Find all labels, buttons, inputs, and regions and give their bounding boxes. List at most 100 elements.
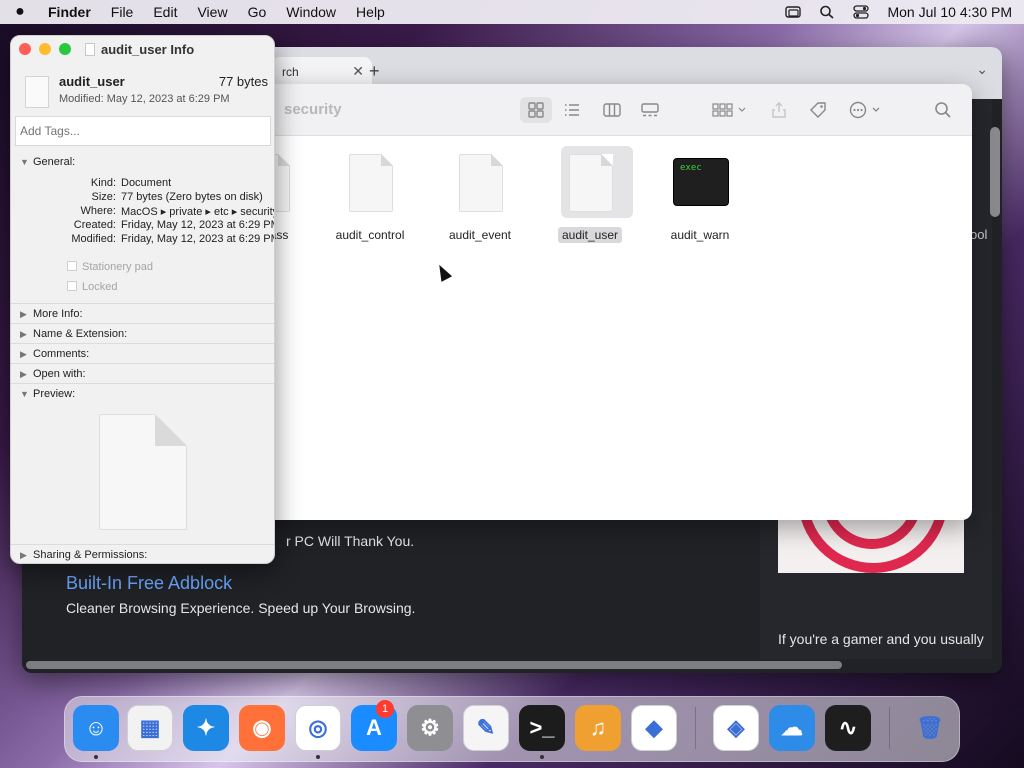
menu-window[interactable]: Window bbox=[286, 4, 336, 20]
section-general-label: General: bbox=[33, 156, 76, 168]
menubar-clock[interactable]: Mon Jul 10 4:30 PM bbox=[887, 4, 1012, 20]
search-icon bbox=[935, 102, 951, 118]
document-icon bbox=[459, 154, 503, 212]
tag-icon bbox=[810, 102, 826, 118]
apple-menu-icon[interactable]: ● bbox=[12, 3, 28, 21]
menu-file[interactable]: File bbox=[111, 4, 134, 20]
group-by-button[interactable] bbox=[708, 97, 752, 123]
section-general[interactable]: ▼ General: bbox=[11, 152, 274, 172]
weather-icon[interactable]: ☁ bbox=[769, 705, 815, 751]
close-window-button[interactable] bbox=[19, 43, 31, 55]
section-comments[interactable]: ▶ Comments: bbox=[11, 343, 274, 363]
menu-edit[interactable]: Edit bbox=[153, 4, 177, 20]
info-key: Where: bbox=[80, 205, 116, 217]
menu-view[interactable]: View bbox=[197, 4, 227, 20]
chrome-icon[interactable]: ◎ bbox=[295, 705, 341, 751]
running-indicator bbox=[316, 755, 320, 759]
file-item-audit-control[interactable]: audit_control bbox=[315, 146, 425, 246]
trash-icon[interactable]: 🗑 bbox=[907, 705, 953, 751]
search-button[interactable] bbox=[930, 97, 956, 123]
section-name-extension[interactable]: ▶ Name & Extension: bbox=[11, 323, 274, 343]
column-view-button[interactable] bbox=[596, 97, 628, 123]
info-row-modified: Modified: Friday, May 12, 2023 at 6:29 P… bbox=[11, 233, 275, 247]
section-preview[interactable]: ▼ Preview: bbox=[11, 383, 274, 403]
more-actions-button[interactable] bbox=[846, 97, 886, 123]
horizontal-scrollbar[interactable] bbox=[26, 661, 842, 669]
file-label: audit_control bbox=[335, 228, 405, 242]
visual-studio-icon[interactable]: ◈ bbox=[713, 705, 759, 751]
stationery-pad-checkbox[interactable]: Stationery pad bbox=[67, 261, 153, 273]
tab-list-chevron-icon[interactable]: ⌄ bbox=[976, 61, 988, 78]
finder-icon[interactable]: ☺ bbox=[73, 705, 119, 751]
notification-badge: 1 bbox=[376, 700, 394, 718]
garageband-icon[interactable]: ♫ bbox=[575, 705, 621, 751]
list-view-button[interactable] bbox=[556, 97, 588, 123]
file-label: audit_event bbox=[448, 228, 512, 242]
finder-window: security ass audit_control audit_event a… bbox=[190, 84, 972, 520]
info-key: Modified: bbox=[71, 233, 116, 245]
promo-subheading: Cleaner Browsing Experience. Speed up Yo… bbox=[66, 600, 416, 616]
section-more-info[interactable]: ▶ More Info: bbox=[11, 303, 274, 323]
screen-mirroring-icon[interactable] bbox=[785, 5, 802, 19]
spotlight-search-icon[interactable] bbox=[819, 5, 835, 19]
info-window-title: audit_user Info bbox=[85, 42, 194, 57]
info-file-header: audit_user 77 bytes Modified: May 12, 20… bbox=[11, 66, 274, 114]
promo-heading-link[interactable]: Built-In Free Adblock bbox=[66, 573, 232, 594]
exec-file-icon: exec bbox=[673, 158, 729, 206]
checkbox-label: Locked bbox=[82, 281, 118, 293]
promo-side-text: ool bbox=[970, 227, 988, 242]
section-label: Sharing & Permissions: bbox=[33, 549, 148, 561]
get-info-window: audit_user Info audit_user 77 bytes Modi… bbox=[10, 35, 275, 564]
tags-input[interactable] bbox=[15, 116, 271, 146]
promo-gamer-text: If you're a gamer and you usually bbox=[778, 631, 984, 647]
close-tab-icon[interactable]: ✕ bbox=[352, 63, 364, 80]
file-item-audit-event[interactable]: audit_event bbox=[425, 146, 535, 246]
vertical-scrollbar[interactable] bbox=[990, 127, 1000, 217]
ellipsis-circle-icon bbox=[849, 101, 880, 119]
info-value: Friday, May 12, 2023 at 6:29 PM bbox=[121, 233, 275, 245]
disclosure-right-icon: ▶ bbox=[20, 369, 27, 379]
control-center-icon[interactable] bbox=[853, 5, 870, 19]
safari-icon[interactable]: ✦ bbox=[183, 705, 229, 751]
file-item-audit-user[interactable]: audit_user bbox=[535, 146, 645, 246]
system-settings-icon[interactable]: ⚙ bbox=[407, 705, 453, 751]
firefox-icon[interactable]: ◉ bbox=[239, 705, 285, 751]
info-value: Friday, May 12, 2023 at 6:29 PM bbox=[121, 219, 275, 231]
disclosure-right-icon: ▶ bbox=[20, 329, 27, 339]
section-sharing-permissions[interactable]: ▶ Sharing & Permissions: bbox=[11, 544, 274, 563]
locked-checkbox[interactable]: Locked bbox=[67, 281, 117, 293]
info-titlebar: audit_user Info bbox=[11, 36, 274, 62]
section-open-with[interactable]: ▶ Open with: bbox=[11, 363, 274, 383]
textedit-icon[interactable]: ✎ bbox=[463, 705, 509, 751]
gallery-view-button[interactable] bbox=[634, 97, 666, 123]
info-row-where: Where: MacOS ▸ private ▸ etc ▸ security bbox=[11, 205, 274, 219]
info-key: Created: bbox=[73, 219, 116, 231]
menu-app-name[interactable]: Finder bbox=[48, 4, 91, 20]
file-label: audit_warn bbox=[670, 228, 730, 242]
menu-go[interactable]: Go bbox=[248, 4, 267, 20]
section-label: Open with: bbox=[33, 368, 86, 380]
share-button[interactable] bbox=[766, 97, 792, 123]
browser-tab[interactable]: rch ✕ bbox=[272, 57, 372, 87]
zoom-window-button[interactable] bbox=[59, 43, 71, 55]
share-icon bbox=[772, 102, 786, 118]
terminal-icon[interactable]: >_ bbox=[519, 705, 565, 751]
info-file-size: 77 bytes bbox=[218, 74, 268, 89]
minimize-window-button[interactable] bbox=[39, 43, 51, 55]
file-item-audit-warn[interactable]: exec audit_warn bbox=[645, 146, 755, 246]
activity-monitor-icon[interactable]: ∿ bbox=[825, 705, 871, 751]
info-value: 77 bytes (Zero bytes on disk) bbox=[121, 191, 263, 203]
launchpad-icon[interactable]: ▦ bbox=[127, 705, 173, 751]
file-label-text: audit_user bbox=[557, 227, 623, 243]
running-indicator bbox=[94, 755, 98, 759]
new-tab-icon[interactable]: + bbox=[369, 61, 380, 82]
promo-image bbox=[778, 513, 964, 573]
document-icon bbox=[349, 154, 393, 212]
tags-button[interactable] bbox=[804, 97, 832, 123]
disclosure-right-icon: ▶ bbox=[20, 309, 27, 319]
disclosure-right-icon: ▶ bbox=[20, 550, 27, 560]
vscode-icon[interactable]: ◆ bbox=[631, 705, 677, 751]
section-label: Comments: bbox=[33, 348, 90, 360]
icon-view-button[interactable] bbox=[520, 97, 552, 123]
menu-help[interactable]: Help bbox=[356, 4, 385, 20]
